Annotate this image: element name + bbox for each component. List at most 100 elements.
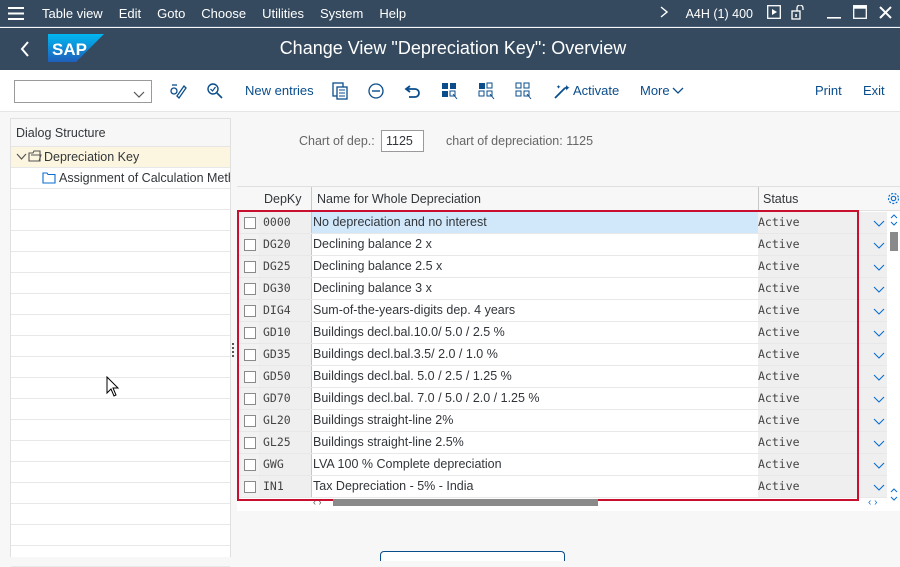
chevron-down-icon[interactable] [133, 87, 145, 102]
check-search-icon[interactable] [206, 82, 224, 100]
new-entries-button[interactable]: New entries [245, 83, 314, 98]
table-row[interactable]: GL25 Buildings straight-line 2.5% Active [237, 432, 887, 454]
name-cell[interactable]: Declining balance 3 x [311, 278, 758, 299]
status-cell[interactable]: Active [758, 344, 887, 365]
status-cell[interactable]: Active [758, 234, 887, 255]
status-dropdown-chevron-icon[interactable] [873, 325, 885, 346]
depky-cell[interactable]: GD70 [259, 388, 311, 409]
name-cell[interactable]: Sum-of-the-years-digits dep. 4 years [311, 300, 758, 321]
play-icon[interactable] [767, 5, 781, 22]
status-cell[interactable]: Active [758, 410, 887, 431]
status-dropdown-chevron-icon[interactable] [873, 281, 885, 302]
menu-table-view[interactable]: Table view [42, 6, 103, 21]
row-selector[interactable] [237, 476, 259, 497]
more-button[interactable]: More [640, 83, 670, 98]
row-checkbox[interactable] [244, 371, 256, 383]
status-cell[interactable]: Active [758, 212, 887, 233]
name-cell[interactable]: Tax Depreciation - 5% - India [311, 476, 758, 497]
column-header-status[interactable]: Status [763, 192, 798, 206]
column-header-name[interactable]: Name for Whole Depreciation [317, 192, 481, 206]
command-field[interactable] [14, 80, 152, 103]
table-row[interactable]: DG30 Declining balance 3 x Active [237, 278, 887, 300]
depky-cell[interactable]: 0000 [259, 212, 311, 233]
delete-icon[interactable] [367, 82, 385, 100]
status-cell[interactable]: Active [758, 278, 887, 299]
name-cell[interactable]: No depreciation and no interest [311, 212, 758, 233]
tree-item-depreciation-key[interactable]: Depreciation Key [11, 147, 230, 168]
status-cell[interactable]: Active [758, 256, 887, 277]
status-dropdown-chevron-icon[interactable] [873, 457, 885, 478]
status-dropdown-chevron-icon[interactable] [873, 303, 885, 324]
exit-button[interactable]: Exit [863, 83, 885, 98]
hamburger-menu-icon[interactable] [0, 6, 32, 20]
table-row[interactable]: GD35 Buildings decl.bal.3.5/ 2.0 / 1.0 % A… [237, 344, 887, 366]
status-cell[interactable]: Active [758, 366, 887, 387]
row-checkbox[interactable] [244, 239, 256, 251]
status-dropdown-chevron-icon[interactable] [873, 369, 885, 390]
menu-utilities[interactable]: Utilities [262, 6, 304, 21]
menu-goto[interactable]: Goto [157, 6, 185, 21]
name-cell[interactable]: Buildings straight-line 2.5% [311, 432, 758, 453]
depky-cell[interactable]: GD35 [259, 344, 311, 365]
table-row[interactable]: IN1 Tax Depreciation - 5% - India Active [237, 476, 887, 498]
name-cell[interactable]: Declining balance 2 x [311, 234, 758, 255]
depky-cell[interactable]: DG30 [259, 278, 311, 299]
row-selector[interactable] [237, 432, 259, 453]
minimize-icon[interactable] [827, 5, 841, 22]
status-cell[interactable]: Active [758, 300, 887, 321]
column-header-depky[interactable]: DepKy [264, 192, 302, 206]
chevron-right-icon[interactable] [660, 6, 668, 21]
table-settings-gear-icon[interactable] [887, 192, 900, 208]
name-cell[interactable]: Buildings decl.bal.10.0/ 5.0 / 2.5 % [311, 322, 758, 343]
deselect-all-icon[interactable] [515, 82, 533, 100]
menu-help[interactable]: Help [379, 6, 406, 21]
table-row[interactable]: GWG LVA 100 % Complete depreciation Active [237, 454, 887, 476]
table-row[interactable]: GD10 Buildings decl.bal.10.0/ 5.0 / 2.5 %… [237, 322, 887, 344]
status-dropdown-chevron-icon[interactable] [873, 347, 885, 368]
name-cell[interactable]: Buildings decl.bal.3.5/ 2.0 / 1.0 % [311, 344, 758, 365]
row-selector[interactable] [237, 410, 259, 431]
horizontal-scrollbar-thumb[interactable] [333, 499, 598, 506]
menu-system[interactable]: System [320, 6, 363, 21]
table-row[interactable]: DG20 Declining balance 2 x Active [237, 234, 887, 256]
depky-cell[interactable]: GD50 [259, 366, 311, 387]
depky-cell[interactable]: GD10 [259, 322, 311, 343]
table-row[interactable]: DG25 Declining balance 2.5 x Active [237, 256, 887, 278]
vertical-scrollbar[interactable] [888, 211, 900, 501]
close-icon[interactable] [879, 5, 892, 22]
row-selector[interactable] [237, 300, 259, 321]
status-dropdown-chevron-icon[interactable] [873, 391, 885, 412]
table-row[interactable]: GL20 Buildings straight-line 2% Active [237, 410, 887, 432]
row-selector[interactable] [237, 212, 259, 233]
maximize-icon[interactable] [853, 5, 867, 22]
depky-cell[interactable]: GL25 [259, 432, 311, 453]
row-checkbox[interactable] [244, 305, 256, 317]
row-selector[interactable] [237, 256, 259, 277]
name-cell[interactable]: Buildings decl.bal. 7.0 / 5.0 / 2.0 / 1.… [311, 388, 758, 409]
copy-as-icon[interactable] [331, 82, 349, 100]
row-checkbox[interactable] [244, 415, 256, 427]
print-button[interactable]: Print [815, 83, 842, 98]
row-checkbox[interactable] [244, 459, 256, 471]
name-cell[interactable]: Buildings decl.bal. 5.0 / 2.5 / 1.25 % [311, 366, 758, 387]
menu-edit[interactable]: Edit [119, 6, 141, 21]
status-dropdown-chevron-icon[interactable] [873, 435, 885, 456]
status-cell[interactable]: Active [758, 388, 887, 409]
depky-cell[interactable]: DIG4 [259, 300, 311, 321]
hscroll-arrows-right[interactable]: ‹ › [868, 497, 877, 508]
select-all-icon[interactable] [441, 82, 459, 100]
table-row[interactable]: GD70 Buildings decl.bal. 7.0 / 5.0 / 2.0 … [237, 388, 887, 410]
row-selector[interactable] [237, 322, 259, 343]
row-checkbox[interactable] [244, 481, 256, 493]
tree-item-assignment-calc-methods[interactable]: Assignment of Calculation Methods [11, 168, 230, 189]
table-row[interactable]: DIG4 Sum-of-the-years-digits dep. 4 years… [237, 300, 887, 322]
row-checkbox[interactable] [244, 437, 256, 449]
depky-cell[interactable]: GWG [259, 454, 311, 475]
status-cell[interactable]: Active [758, 454, 887, 475]
row-checkbox[interactable] [244, 393, 256, 405]
row-selector[interactable] [237, 344, 259, 365]
table-row[interactable]: GD50 Buildings decl.bal. 5.0 / 2.5 / 1.25… [237, 366, 887, 388]
row-selector[interactable] [237, 454, 259, 475]
status-dropdown-chevron-icon[interactable] [873, 259, 885, 280]
undo-icon[interactable] [404, 82, 422, 100]
